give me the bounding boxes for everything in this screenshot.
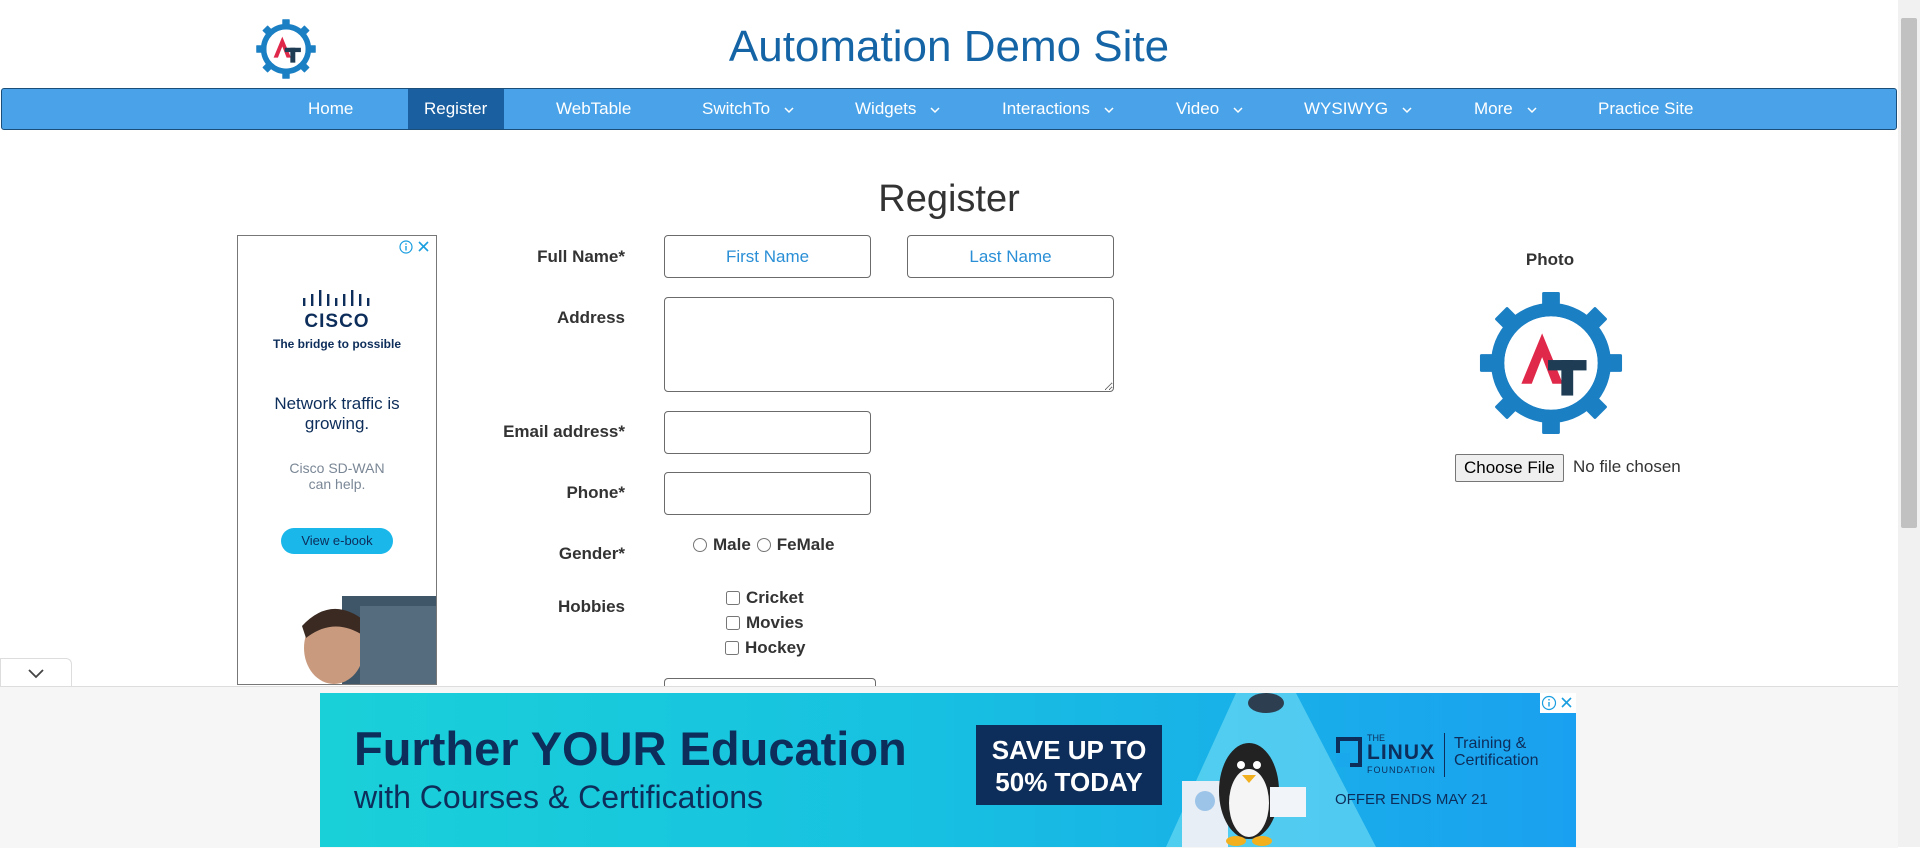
hobby-hockey-checkbox[interactable] [725, 641, 739, 655]
ad-org-sub: FOUNDATION [1367, 765, 1436, 775]
photo-label: Photo [1525, 250, 1575, 269]
gender-label: Gender* [558, 544, 625, 563]
choose-file-button[interactable]: Choose File [1455, 454, 1564, 482]
first-name-input[interactable] [664, 235, 871, 278]
nav-label: SwitchTo [702, 99, 771, 118]
nav-video[interactable]: Video [1160, 89, 1259, 129]
nav-label: Video [1176, 99, 1220, 118]
chevron-down-icon [1233, 105, 1243, 115]
linux-foundation-logo-icon [1336, 737, 1362, 767]
nav-label: Interactions [1002, 99, 1090, 118]
scrollbar-thumb[interactable] [1901, 18, 1917, 528]
ad-badge: SAVE UP TO 50% TODAY [976, 725, 1162, 805]
gender-options: Male FeMale [693, 535, 834, 555]
nav-wysiwyg[interactable]: WYSIWYG [1288, 89, 1428, 129]
email-label: Email address* [503, 422, 625, 441]
nav-label: More [1474, 99, 1513, 118]
main-nav: Home Register WebTable SwitchTo Widgets … [1, 88, 1897, 130]
nav-more[interactable]: More [1458, 89, 1553, 129]
ad-org-name: LINUX [1367, 741, 1435, 764]
nav-widgets[interactable]: Widgets [839, 89, 956, 129]
gender-male-radio[interactable] [693, 538, 707, 552]
gender-male-label: Male [713, 535, 751, 554]
ad-headline: Further YOUR Education [354, 722, 907, 775]
hobby-cricket-label: Cricket [746, 588, 804, 607]
site-title: Automation Demo Site [728, 22, 1170, 71]
nav-label: Register [424, 99, 488, 118]
address-label: Address [556, 308, 625, 327]
collapse-ad-button[interactable] [0, 658, 72, 686]
nav-label: Practice Site [1598, 99, 1694, 118]
ad-program: Training & Certification [1454, 735, 1539, 769]
hobby-hockey-label: Hockey [745, 638, 806, 657]
hobbies-label: Hobbies [557, 597, 625, 616]
hobby-hockey: Hockey [725, 638, 805, 658]
hobby-cricket-checkbox[interactable] [726, 591, 740, 605]
phone-label: Phone* [566, 483, 625, 502]
ad-subheadline: with Courses & Certifications [354, 779, 764, 815]
nav-switchto[interactable]: SwitchTo [686, 89, 810, 129]
hobby-cricket: Cricket [726, 588, 804, 608]
penguin-icon [1182, 743, 1306, 847]
address-textarea[interactable] [664, 297, 1114, 392]
chevron-down-icon [1104, 105, 1114, 115]
nav-home[interactable]: Home [292, 89, 369, 129]
hobby-movies-label: Movies [746, 613, 804, 632]
page-title: Register [878, 178, 1020, 220]
chevron-down-icon [28, 669, 44, 679]
nav-label: Home [308, 99, 354, 118]
ad-tagline: The bridge to possible [272, 337, 401, 351]
side-advertisement[interactable]: CISCO The bridge to possible Network tra… [237, 235, 437, 685]
chevron-down-icon [784, 105, 794, 115]
full-name-label: Full Name* [537, 247, 625, 266]
ad-close-icon[interactable] [1540, 693, 1576, 713]
bottom-advertisement[interactable]: Further YOUR Education with Courses & Ce… [320, 693, 1576, 847]
nav-label: Widgets [855, 99, 917, 118]
gender-female-label: FeMale [776, 535, 835, 554]
ad-badge-line2: 50% TODAY [995, 767, 1143, 797]
nav-interactions[interactable]: Interactions [986, 89, 1130, 129]
nav-label: WebTable [556, 99, 632, 118]
nav-register[interactable]: Register [408, 89, 504, 129]
nav-webtable[interactable]: WebTable [540, 89, 647, 129]
hobby-movies: Movies [726, 613, 804, 633]
chevron-down-icon [1527, 105, 1537, 115]
last-name-input[interactable] [907, 235, 1114, 278]
ad-badge-line1: SAVE UP TO [991, 735, 1147, 765]
chevron-down-icon [1402, 105, 1412, 115]
file-status: No file chosen [1573, 457, 1681, 476]
gender-female-radio[interactable] [756, 538, 771, 552]
nav-practice-site[interactable]: Practice Site [1582, 89, 1709, 129]
ad-offer: OFFER ENDS MAY 21 [1335, 791, 1488, 808]
chevron-down-icon [930, 105, 940, 115]
ad-divider [1444, 733, 1445, 777]
photo-preview [1479, 291, 1623, 435]
cisco-bars-icon [303, 290, 370, 306]
phone-input[interactable] [664, 472, 871, 515]
nav-label: WYSIWYG [1304, 99, 1389, 118]
email-input[interactable] [664, 411, 871, 454]
hobby-movies-checkbox[interactable] [726, 616, 740, 630]
